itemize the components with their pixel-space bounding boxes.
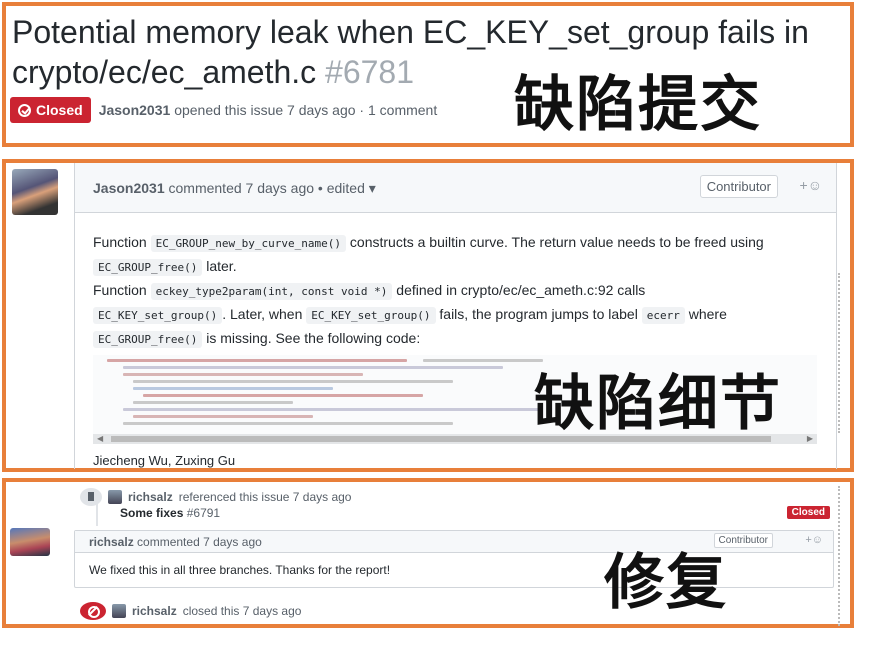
body-line-2: EC_GROUP_free() later. bbox=[93, 255, 823, 279]
reference-user-link[interactable]: richsalz bbox=[128, 490, 173, 504]
avatar[interactable] bbox=[12, 169, 58, 215]
issue-state-badge: Closed bbox=[10, 97, 91, 123]
code-line bbox=[107, 359, 407, 362]
code-line bbox=[133, 380, 453, 383]
body-line-3: Function eckey_type2param(int, const voi… bbox=[93, 279, 823, 303]
edited-dropdown[interactable]: • edited ▾ bbox=[318, 180, 376, 196]
issue-meta-text: Jason2031 opened this issue 7 days ago ·… bbox=[99, 102, 438, 118]
code-line bbox=[423, 359, 543, 362]
code-span: eckey_type2param(int, const void *) bbox=[150, 283, 393, 300]
code-line bbox=[123, 373, 363, 376]
code-span: EC_KEY_set_group() bbox=[93, 307, 223, 324]
issue-meta-info: opened this issue 7 days ago · 1 comment bbox=[174, 102, 438, 118]
code-span: ecerr bbox=[641, 307, 685, 324]
code-span: EC_GROUP_free() bbox=[93, 259, 203, 276]
closed-action: closed this 7 days ago bbox=[182, 604, 302, 618]
avatar[interactable] bbox=[112, 604, 126, 618]
code-line bbox=[123, 408, 543, 411]
add-reaction-icon[interactable]: +☺ bbox=[805, 534, 823, 546]
closed-issue-icon bbox=[80, 602, 106, 620]
comment-timestamp[interactable]: commented 7 days ago bbox=[169, 180, 315, 196]
closed-user-link[interactable]: richsalz bbox=[132, 604, 177, 618]
body-line-1: Function EC_GROUP_new_by_curve_name() co… bbox=[93, 231, 823, 255]
issue-number: #6781 bbox=[325, 54, 415, 90]
code-span: EC_GROUP_free() bbox=[93, 331, 203, 348]
code-span: EC_KEY_set_group() bbox=[306, 307, 436, 324]
reference-title-text[interactable]: Some fixes bbox=[120, 506, 183, 520]
body-text: is missing. See the following code: bbox=[206, 330, 421, 346]
body-text: Function bbox=[93, 282, 147, 298]
body-text: fails, the program jumps to label bbox=[439, 306, 638, 322]
code-line bbox=[133, 415, 313, 418]
comment-author-link[interactable]: Jason2031 bbox=[93, 180, 165, 196]
body-text: later. bbox=[206, 258, 237, 274]
scroll-left-icon[interactable]: ◀ bbox=[97, 434, 103, 443]
comment-author-line: Jason2031 commented 7 days ago • edited … bbox=[93, 180, 376, 197]
overlay-submit: 缺陷提交 bbox=[514, 70, 762, 140]
code-line bbox=[143, 394, 423, 397]
code-line bbox=[123, 366, 503, 369]
comment-detail-frame: Jason2031 commented 7 days ago • edited … bbox=[2, 159, 854, 472]
timeline-divider bbox=[838, 486, 840, 626]
code-line bbox=[133, 401, 293, 404]
avatar[interactable] bbox=[108, 490, 122, 504]
closed-issue-icon bbox=[18, 103, 31, 117]
body-line-4: EC_KEY_set_group(). Later, when EC_KEY_s… bbox=[93, 303, 823, 327]
timeline-line bbox=[96, 502, 98, 526]
body-text: constructs a builtin curve. The return v… bbox=[349, 234, 764, 250]
bookmark-icon bbox=[80, 488, 102, 506]
reference-event: richsalz referenced this issue 7 days ag… bbox=[80, 488, 351, 506]
code-line bbox=[133, 387, 333, 390]
overlay-fix: 修复 bbox=[604, 548, 728, 618]
body-text: Function bbox=[93, 234, 147, 250]
code-span: EC_GROUP_new_by_curve_name() bbox=[150, 235, 347, 252]
reference-action: referenced this issue 7 days ago bbox=[178, 490, 352, 504]
body-text: defined in crypto/ec/ec_ameth.c:92 calls bbox=[396, 282, 646, 298]
reference-number[interactable]: #6791 bbox=[187, 506, 220, 520]
issue-header-frame: Potential memory leak when EC_KEY_set_gr… bbox=[2, 2, 854, 147]
body-text: . Later, when bbox=[222, 306, 303, 322]
fix-frame: richsalz referenced this issue 7 days ag… bbox=[2, 478, 854, 628]
issue-state-label: Closed bbox=[36, 102, 83, 118]
comment-author-link[interactable]: richsalz bbox=[89, 535, 134, 549]
body-line-5: EC_GROUP_free() is missing. See the foll… bbox=[93, 327, 823, 351]
avatar[interactable] bbox=[10, 528, 50, 556]
reference-title[interactable]: Some fixes #6791 bbox=[120, 506, 220, 520]
scroll-right-icon[interactable]: ▶ bbox=[807, 434, 813, 443]
add-reaction-icon[interactable]: +☺ bbox=[800, 177, 822, 193]
issue-author-link[interactable]: Jason2031 bbox=[99, 102, 171, 118]
issue-meta: Closed Jason2031 opened this issue 7 day… bbox=[10, 97, 437, 123]
body-text: where bbox=[688, 306, 727, 322]
comment-header: Jason2031 commented 7 days ago • edited … bbox=[75, 163, 836, 213]
reference-state-badge: Closed bbox=[786, 506, 830, 519]
closed-event: richsalz closed this 7 days ago bbox=[80, 602, 301, 620]
overlay-detail: 缺陷细节 bbox=[534, 369, 782, 439]
timeline-divider bbox=[838, 273, 840, 433]
comment-timestamp[interactable]: commented 7 days ago bbox=[137, 535, 262, 549]
comment-signature: Jiecheng Wu, Zuxing Gu bbox=[93, 453, 236, 468]
code-line bbox=[123, 422, 453, 425]
comment-body: Function EC_GROUP_new_by_curve_name() co… bbox=[93, 231, 823, 351]
contributor-badge: Contributor bbox=[699, 175, 778, 198]
